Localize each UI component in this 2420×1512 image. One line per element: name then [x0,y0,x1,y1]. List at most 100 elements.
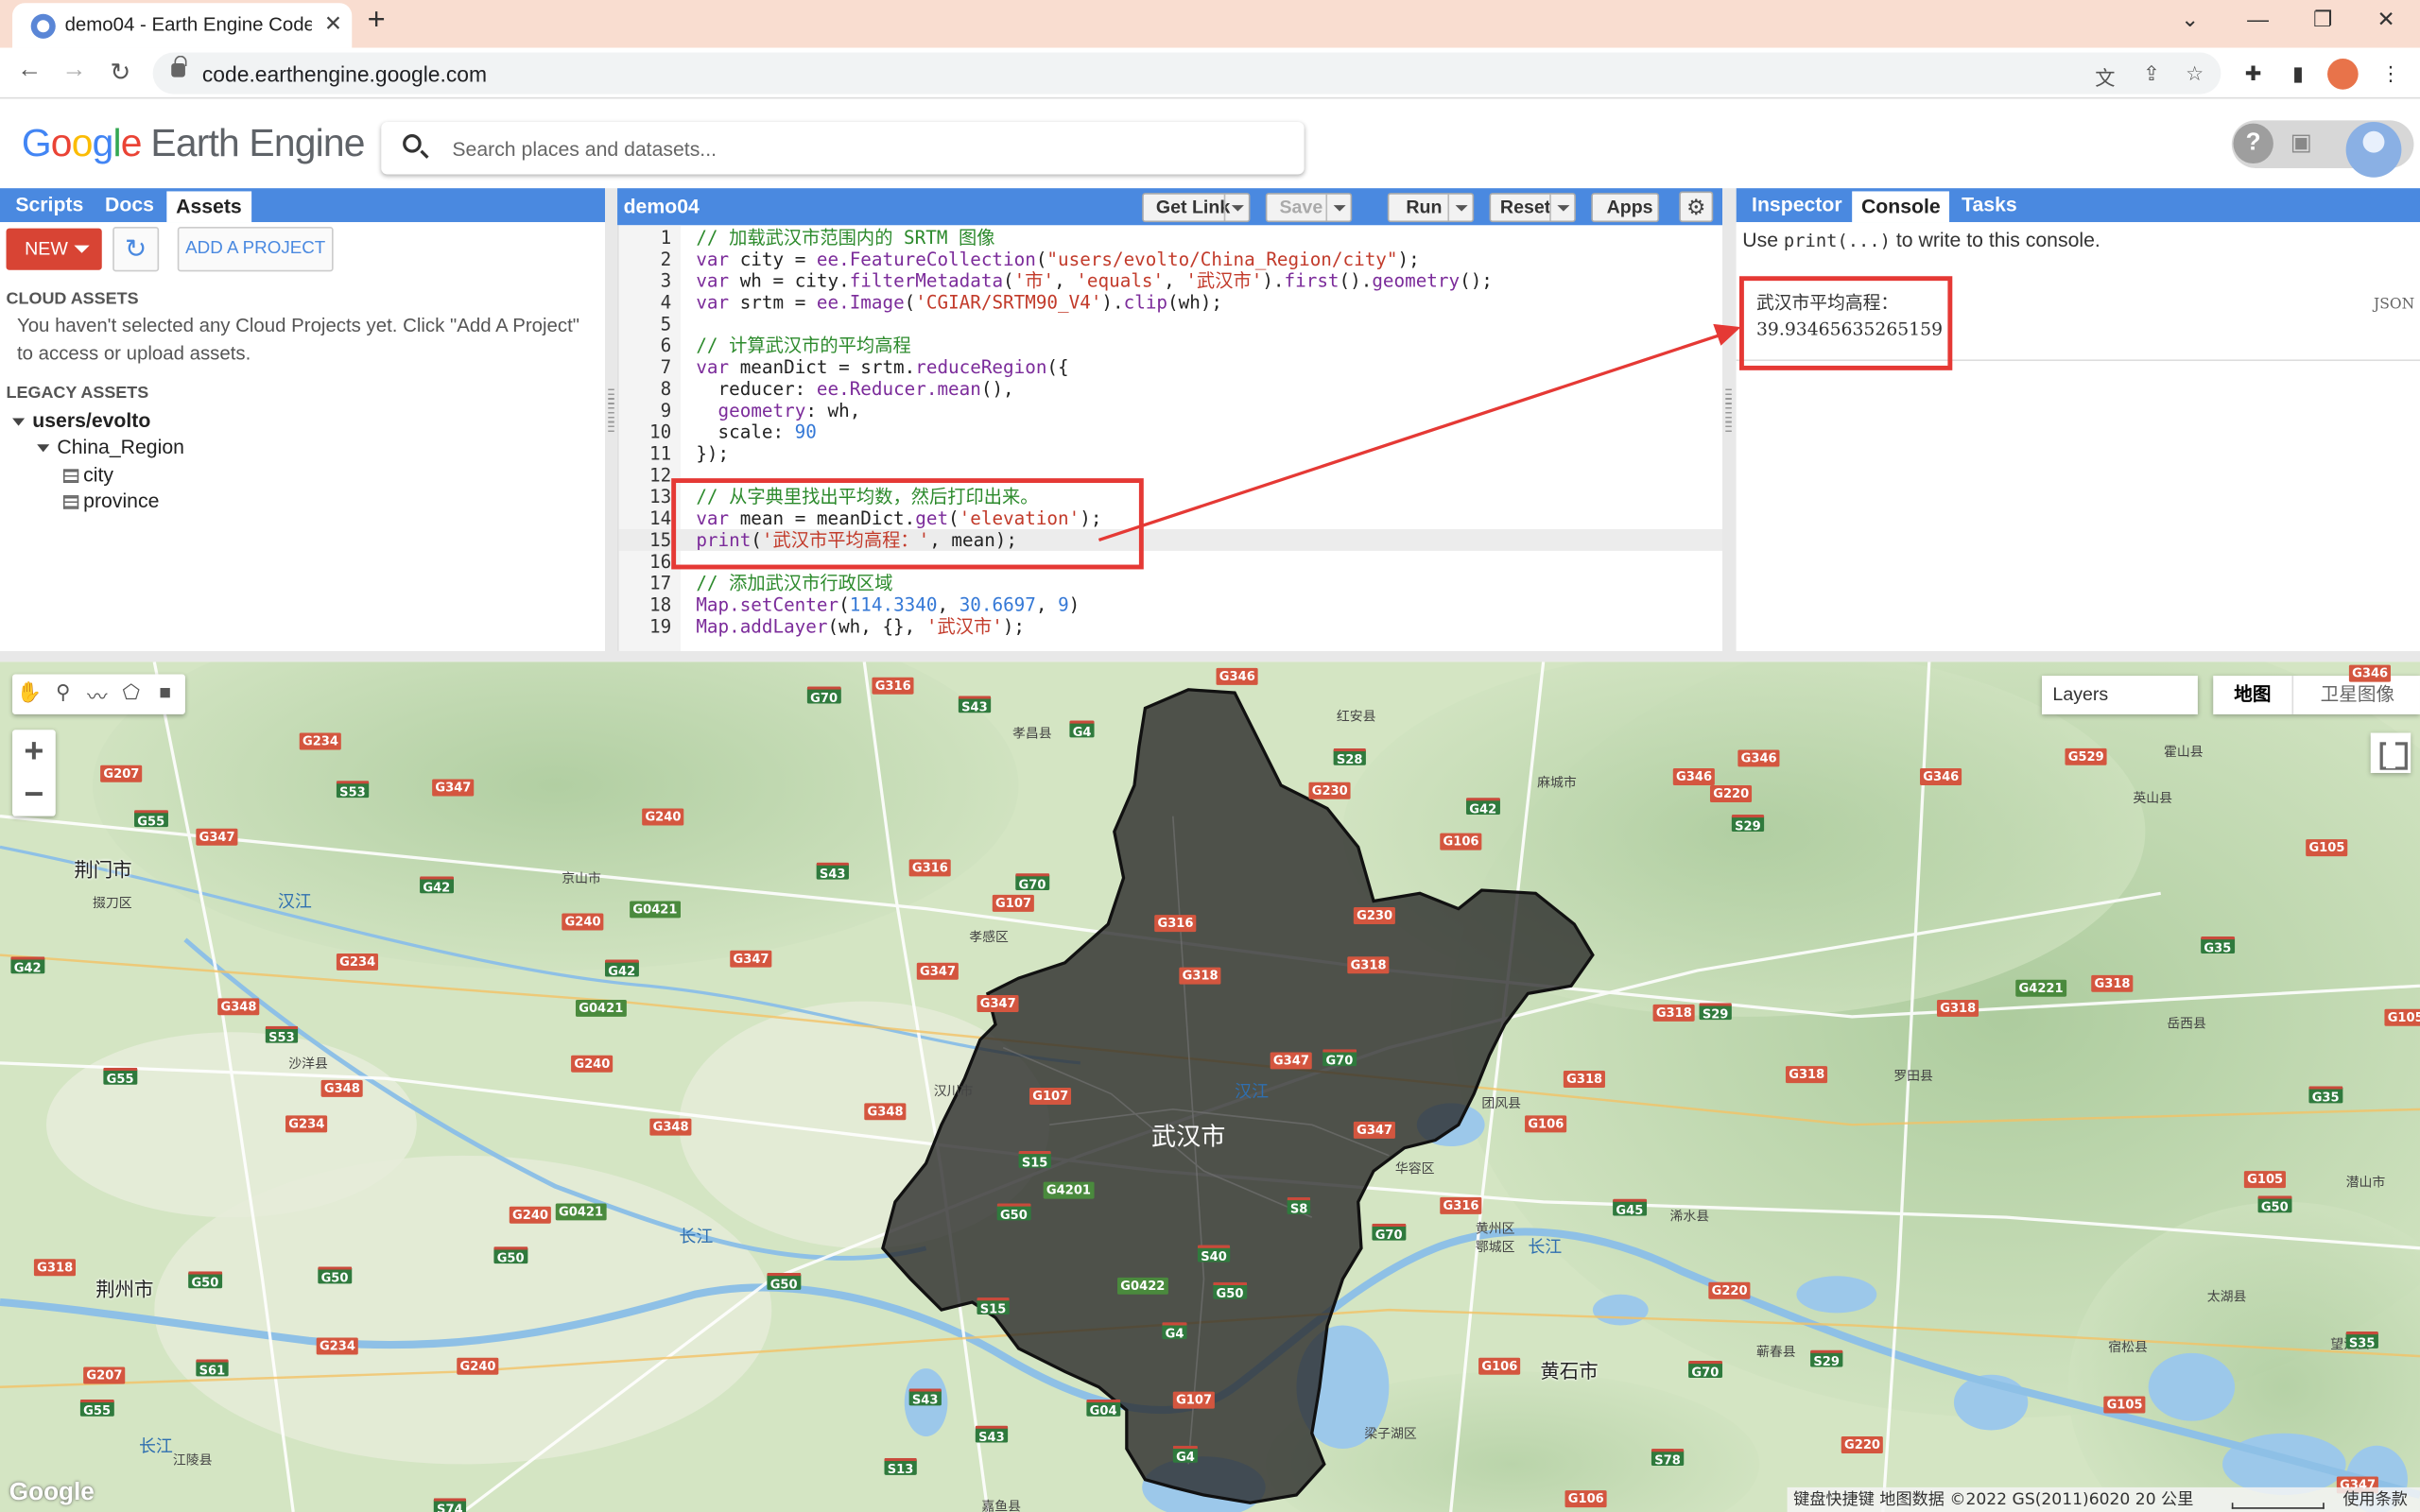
fullscreen-icon[interactable] [2370,732,2411,773]
layers-control[interactable]: Layers [2041,676,2198,714]
apps-button[interactable]: Apps [1591,193,1660,223]
search-input[interactable] [452,132,1286,164]
back-icon[interactable]: ← [12,57,46,84]
asset-province[interactable]: province [62,490,159,512]
code-text[interactable]: Map.setCenter(114.3340, 30.6697, 9) [696,594,1080,616]
tab-assets[interactable]: Assets [166,191,251,223]
close-tab-icon[interactable]: ✕ [324,10,342,37]
asset-city[interactable]: city [62,463,113,486]
save-button[interactable]: Save [1265,193,1353,223]
search-box[interactable] [381,121,1305,175]
code-text[interactable]: var meanDict = srtm.reduceRegion({ [696,356,1068,378]
run-button[interactable]: Run [1387,193,1475,223]
road-shield: G318 [1936,999,1979,1017]
tree-root-label: users/evolto [32,408,151,433]
code-text[interactable]: reducer: ee.Reducer.mean(), [696,378,1014,400]
chevron-down-icon[interactable] [1549,194,1574,221]
table-icon [62,495,79,509]
code-text[interactable]: geometry: wh, [696,400,861,421]
json-toggle[interactable]: JSON [2374,296,2414,313]
account-avatar[interactable] [2345,121,2402,178]
draw-line-icon[interactable]: 〰 [83,680,111,710]
terms-link[interactable]: 使用条款 [2342,1487,2408,1512]
tab-console[interactable]: Console [1852,191,1950,223]
road-shield: G106 [1564,1490,1608,1508]
right-splitter[interactable] [1722,188,1737,651]
town-label: 太湖县 [2206,1289,2247,1306]
town-label: 罗田县 [1893,1069,1933,1085]
map-splitter[interactable] [0,650,2420,662]
map-type-roadmap[interactable]: 地图 [2213,676,2294,714]
refresh-icon[interactable]: ↻ [112,226,160,272]
tab-inspector[interactable]: Inspector [1752,193,1842,215]
forward-icon[interactable]: → [57,57,91,84]
map-view[interactable]: ✋ ⚲ 〰 ⬠ ■ + − Layers 地图 卫星图像 武汉市 荆门市 荆州市… [0,662,2420,1512]
road-shield: G0422 [1117,1277,1168,1295]
close-window-icon[interactable]: ✕ [2363,7,2410,33]
google-earth-engine-logo[interactable]: Google Earth Engine [22,122,366,166]
road-shield: G107 [992,894,1035,912]
restore-icon[interactable]: ❐ [2300,7,2346,33]
collapse-arrow-icon[interactable] [37,444,50,453]
line-number: 11 [648,442,672,465]
code-text[interactable]: var srtm = ee.Image('CGIAR/SRTM90_V4').c… [696,292,1222,314]
code-text[interactable]: Map.addLayer(wh, {}, '武汉市'); [696,615,1025,637]
feedback-icon[interactable]: ▣ [2281,124,2321,163]
extensions-icon[interactable]: ✚ [2238,61,2269,86]
tab-docs[interactable]: Docs [105,193,154,215]
share-icon[interactable]: ⇪ [2137,61,2165,86]
code-text[interactable]: scale: 90 [696,421,817,443]
browser-menu-icon[interactable]: ⋮ [2376,61,2407,86]
road-shield: G348 [217,998,260,1016]
new-tab-icon[interactable]: + [368,3,386,39]
profile-avatar-icon[interactable] [2327,59,2359,90]
tab-scripts[interactable]: Scripts [15,193,83,215]
road-shield: G70 [806,686,841,705]
code-text[interactable]: // 加载武汉市范围内的 SRTM 图像 [696,227,994,249]
road-shield: G70 [1015,873,1049,892]
tree-folder[interactable]: China_Region [37,435,184,458]
code-editor[interactable]: 1 // 加载武汉市范围内的 SRTM 图像 2 var city = ee.Feat… [617,225,1724,651]
translate-icon[interactable]: 文 [2091,61,2118,91]
road-shield: G207 [83,1366,126,1384]
tab-search-icon[interactable]: ⌄ [2167,7,2213,33]
tree-root[interactable]: users/evolto [12,409,150,432]
road-shield: G42 [420,876,454,895]
new-button[interactable]: NEW [6,228,102,270]
road-shield: G70 [1322,1049,1357,1068]
road-shield: G45 [1613,1198,1647,1217]
draw-shape-icon[interactable]: ⬠ [117,680,145,705]
reload-icon[interactable]: ↻ [103,57,137,88]
road-shield: G318 [2091,974,2134,992]
zoom-in-icon[interactable]: + [12,730,56,773]
add-marker-icon[interactable]: ⚲ [49,680,77,705]
attribution-text[interactable]: 键盘快捷键 地图数据 ©2022 GS(2011)6020 20 公里 [1793,1487,2193,1512]
road-shield: G318 [1347,956,1390,974]
chevron-down-icon[interactable] [1447,194,1472,221]
road-shield: G55 [134,810,168,829]
code-text[interactable]: }); [696,443,729,465]
road-shield: G35 [2201,936,2235,955]
hand-pan-icon[interactable]: ✋ [15,680,43,705]
tab-tasks[interactable]: Tasks [1962,193,2017,215]
reset-button[interactable]: Reset [1489,193,1576,223]
code-text[interactable]: // 计算武汉市的平均高程 [696,335,910,356]
browser-tab[interactable]: demo04 - Earth Engine Code E ✕ [12,3,353,48]
zoom-out-icon[interactable]: − [12,773,56,816]
add-project-button[interactable]: ADD A PROJECT [177,226,334,272]
help-icon[interactable]: ? [2233,123,2273,164]
chevron-down-icon[interactable] [1223,194,1249,221]
bookmark-star-icon[interactable]: ☆ [2181,61,2208,86]
left-splitter[interactable] [604,188,618,651]
chevron-down-icon[interactable] [1325,194,1350,221]
gear-icon[interactable]: ⚙ [1679,191,1714,223]
address-bar[interactable]: code.earthengine.google.com 文 ⇪ ☆ [152,52,2221,94]
code-text[interactable]: // 添加武汉市行政区域 [696,573,892,594]
code-text[interactable]: var wh = city.filterMetadata('市', 'equal… [696,270,1493,292]
collapse-arrow-icon[interactable] [12,418,26,426]
side-panel-icon[interactable]: ▮ [2283,61,2314,86]
get-link-button[interactable]: Get Link [1142,193,1251,223]
minimize-icon[interactable]: — [2235,7,2281,31]
draw-rectangle-icon[interactable]: ■ [151,680,179,703]
code-text[interactable]: var city = ee.FeatureCollection("users/e… [696,249,1419,270]
